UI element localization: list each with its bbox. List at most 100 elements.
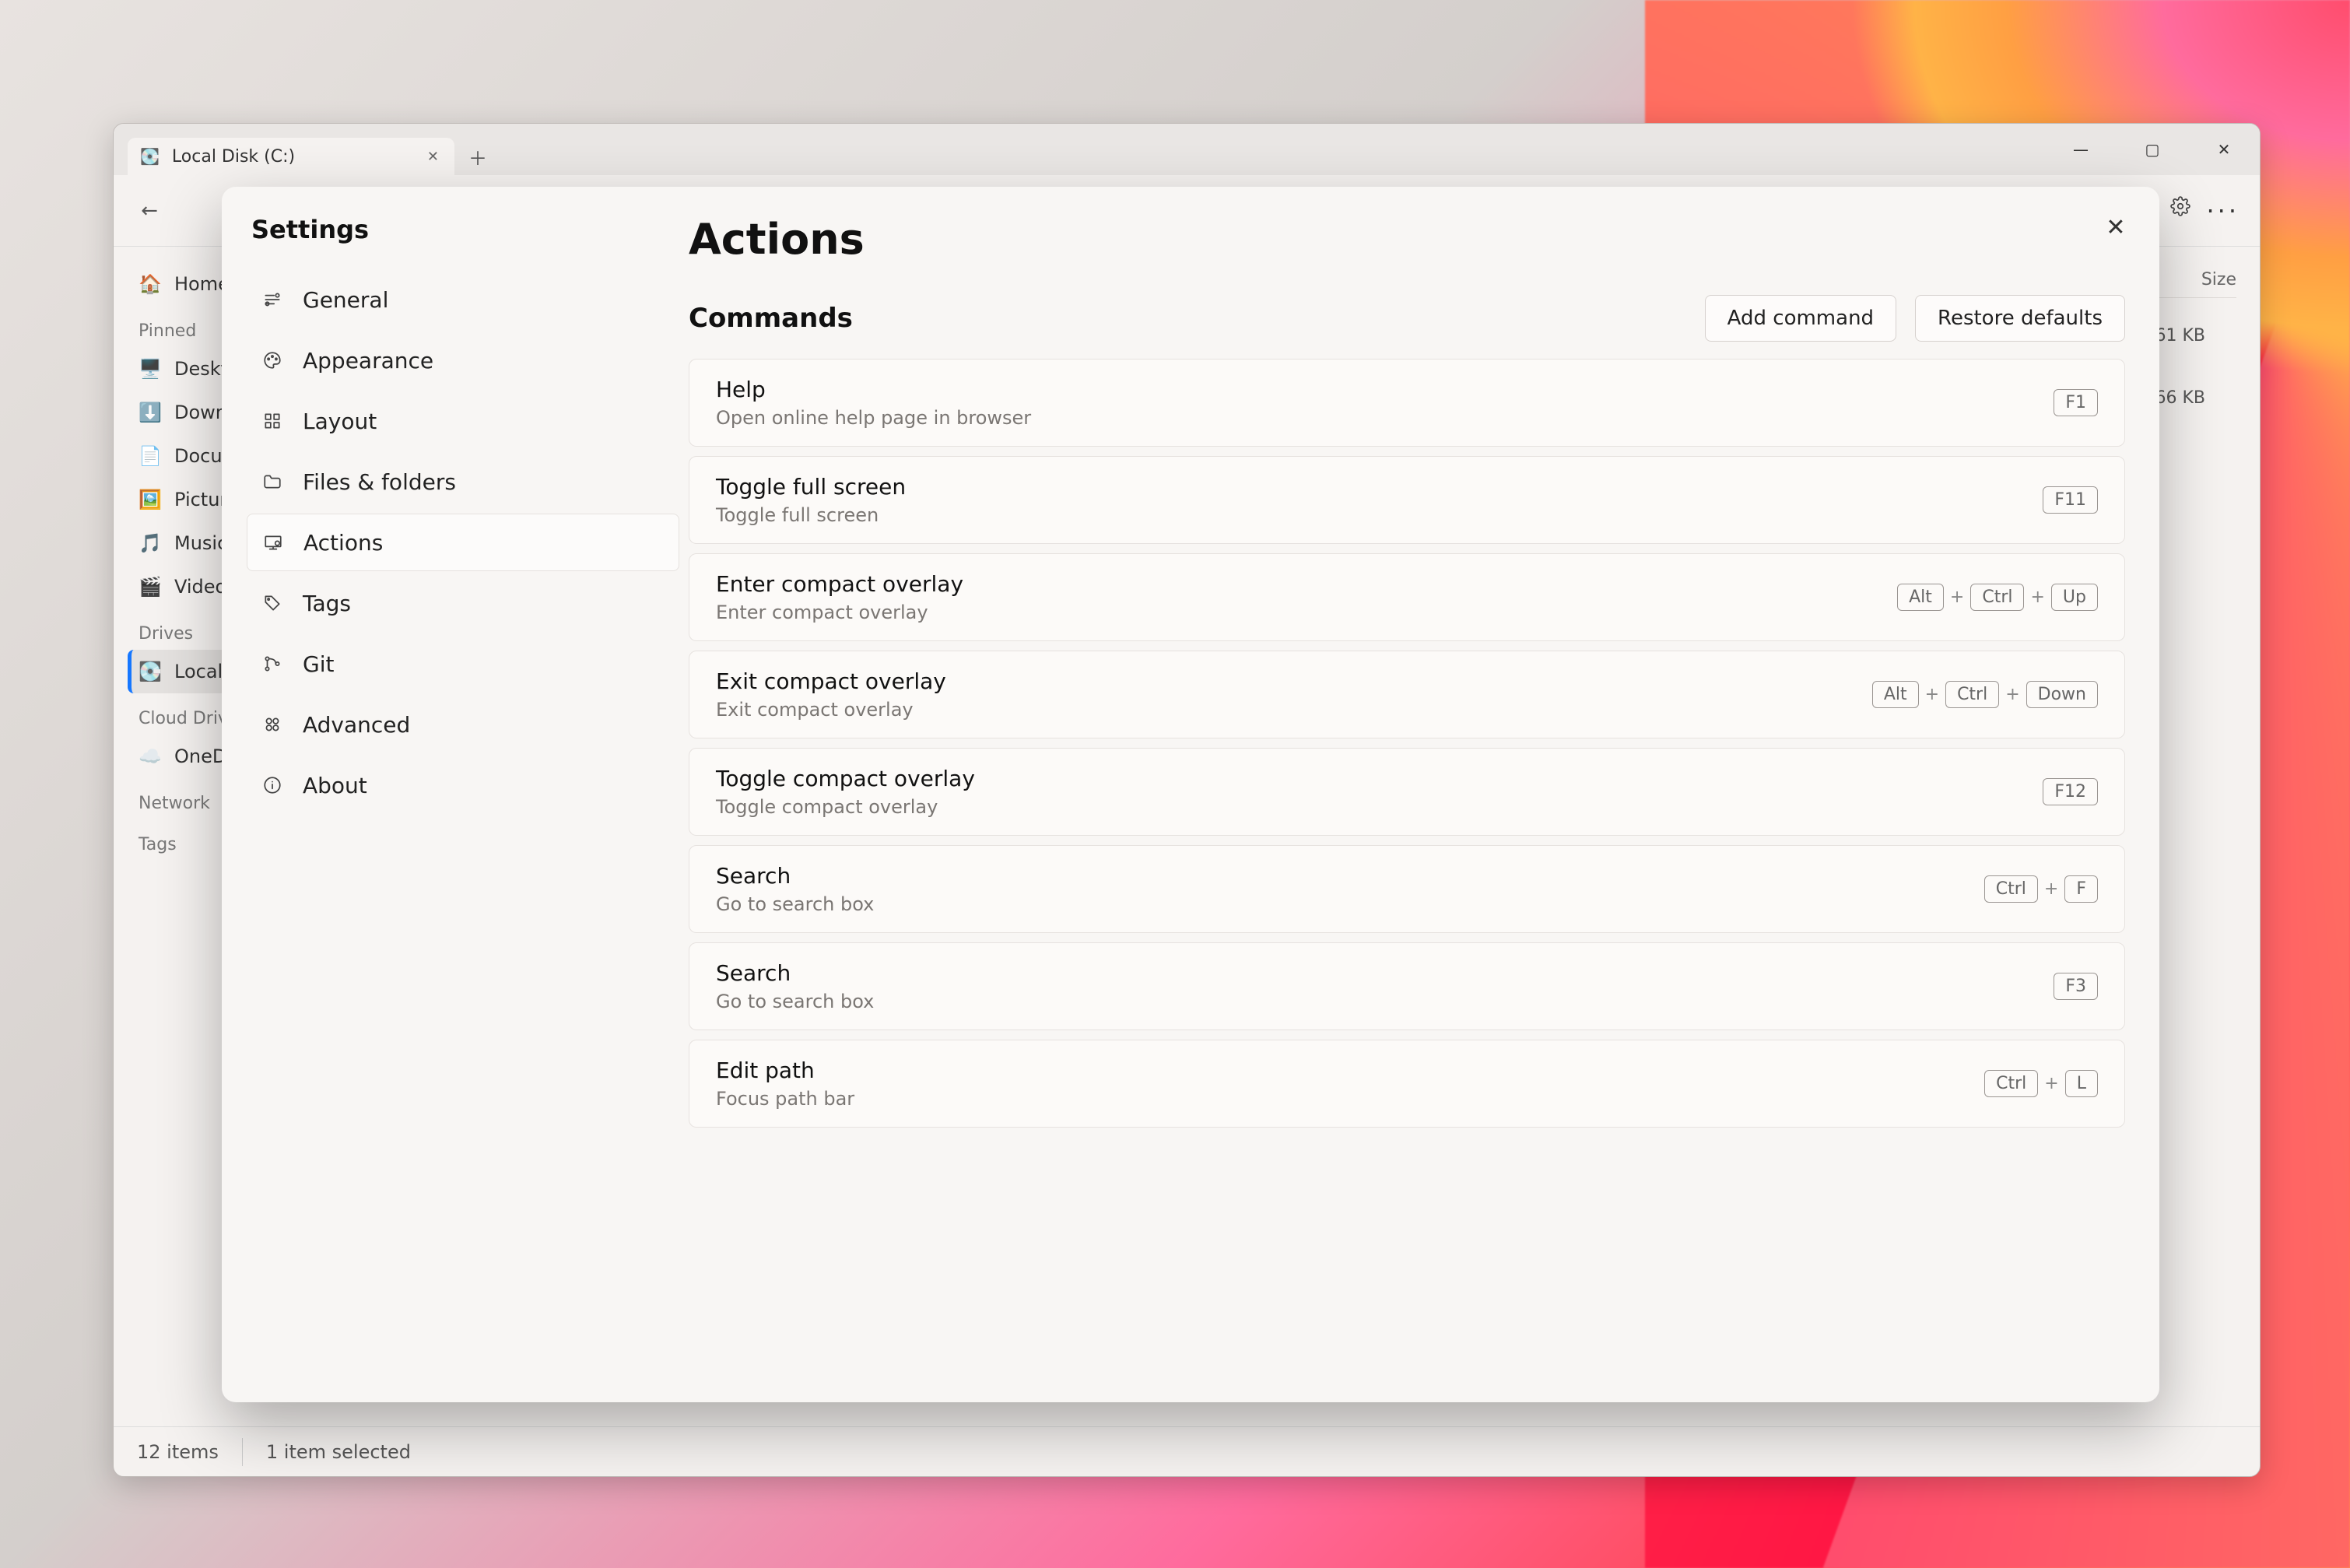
nav-item-label: Appearance <box>303 348 433 374</box>
new-tab-button[interactable]: ＋ <box>462 141 493 172</box>
keyboard-shortcut: F1 <box>2054 389 2098 416</box>
settings-title: Settings <box>247 215 679 244</box>
command-description: Go to search box <box>716 991 874 1012</box>
about-icon <box>261 773 284 797</box>
keyboard-shortcut: F11 <box>2043 486 2098 514</box>
divider <box>242 1438 243 1466</box>
command-description: Open online help page in browser <box>716 407 1031 429</box>
nav-item-label: Tags <box>303 591 351 616</box>
status-selection: 1 item selected <box>266 1441 411 1463</box>
advanced-icon <box>261 713 284 736</box>
keyboard-key: Alt <box>1897 584 1944 611</box>
maximize-button[interactable]: ▢ <box>2117 124 2188 175</box>
nav-item-layout[interactable]: Layout <box>247 392 679 450</box>
command-row[interactable]: Edit path Focus path bar Ctrl + L <box>689 1040 2125 1128</box>
plus-separator: + <box>1950 588 1964 607</box>
nav-item-git[interactable]: Git <box>247 635 679 693</box>
command-row[interactable]: SearchGo to search boxCtrl+F <box>689 845 2125 933</box>
close-dialog-button[interactable]: ✕ <box>2100 212 2131 243</box>
page-title: Actions <box>689 215 2125 264</box>
layout-icon <box>261 409 284 433</box>
close-tab-icon[interactable]: ✕ <box>427 149 439 165</box>
folder-icon: 🎵 <box>139 532 160 554</box>
command-title: Edit path <box>716 1058 854 1083</box>
restore-defaults-button[interactable]: Restore defaults <box>1915 295 2125 342</box>
actions-icon <box>261 531 285 554</box>
keyboard-key: Ctrl <box>1945 681 1999 708</box>
disk-icon: 💽 <box>139 661 160 682</box>
keyboard-shortcut: F3 <box>2054 973 2098 1000</box>
keyboard-shortcut: Ctrl + L <box>1984 1070 2098 1097</box>
folder-icon: 🖥️ <box>139 358 160 380</box>
command-row[interactable]: Help Open online help page in browser F1 <box>689 359 2125 447</box>
minimize-button[interactable]: — <box>2045 124 2117 175</box>
command-row[interactable]: Exit compact overlayExit compact overlay… <box>689 651 2125 738</box>
close-window-button[interactable]: ✕ <box>2188 124 2260 175</box>
command-row[interactable]: Toggle full screenToggle full screenF11 <box>689 456 2125 544</box>
cloud-icon: ☁️ <box>139 745 160 767</box>
command-title: Toggle compact overlay <box>716 766 975 791</box>
keyboard-key: Alt <box>1872 681 1919 708</box>
keyboard-key: Ctrl <box>1970 584 2024 611</box>
keyboard-key: Ctrl <box>1984 1070 2038 1097</box>
section-commands-title: Commands <box>689 303 853 334</box>
plus-separator: + <box>2005 685 2019 704</box>
home-icon: 🏠 <box>139 273 160 295</box>
keyboard-key: Down <box>2026 681 2098 708</box>
command-row[interactable]: Enter compact overlayEnter compact overl… <box>689 553 2125 641</box>
keyboard-key: F3 <box>2054 973 2098 1000</box>
tab-title: Local Disk (C:) <box>172 147 295 167</box>
more-options-icon[interactable]: ··· <box>2206 196 2240 226</box>
status-bar: 12 items 1 item selected <box>114 1426 2260 1476</box>
nav-item-tags[interactable]: Tags <box>247 574 679 632</box>
folder-icon: ⬇️ <box>139 402 160 423</box>
status-item-count: 12 items <box>137 1441 219 1463</box>
files-icon <box>261 470 284 493</box>
command-title: Help <box>716 377 1031 402</box>
nav-item-advanced[interactable]: Advanced <box>247 696 679 753</box>
command-title: Search <box>716 960 874 986</box>
sidebar-item-label: Music <box>174 532 227 554</box>
nav-item-appearance[interactable]: Appearance <box>247 331 679 389</box>
nav-item-general[interactable]: General <box>247 271 679 328</box>
keyboard-key: F11 <box>2043 486 2098 514</box>
command-row[interactable]: Toggle compact overlayToggle compact ove… <box>689 748 2125 836</box>
nav-item-label: Git <box>303 651 334 677</box>
command-title: Exit compact overlay <box>716 668 946 694</box>
back-button[interactable]: ← <box>134 195 165 226</box>
plus-separator: + <box>2044 1074 2058 1093</box>
keyboard-key: Up <box>2051 584 2098 611</box>
command-row[interactable]: Search Go to search box F3 <box>689 942 2125 1030</box>
nav-item-actions[interactable]: Actions <box>247 514 679 571</box>
command-description: Focus path bar <box>716 1088 854 1110</box>
git-icon <box>261 652 284 675</box>
nav-item-label: Layout <box>303 409 377 434</box>
keyboard-key: F <box>2064 875 2098 903</box>
plus-separator: + <box>1925 685 1939 704</box>
nav-item-label: General <box>303 287 388 313</box>
folder-icon: 🖼️ <box>139 489 160 510</box>
tab-local-disk[interactable]: 💽 Local Disk (C:) ✕ <box>128 138 454 175</box>
disk-icon: 💽 <box>140 147 160 166</box>
nav-item-about[interactable]: About <box>247 756 679 814</box>
folder-icon: 📄 <box>139 445 160 467</box>
settings-dialog: Settings General Appearance Layout Files & … <box>222 187 2159 1402</box>
command-description: Go to search box <box>716 893 874 915</box>
tags-icon <box>261 591 284 615</box>
command-title: Search <box>716 863 874 889</box>
add-command-button[interactable]: Add command <box>1705 295 1896 342</box>
command-title: Toggle full screen <box>716 474 906 500</box>
keyboard-key: L <box>2065 1070 2098 1097</box>
nav-item-label: Advanced <box>303 712 410 738</box>
settings-icon[interactable] <box>2170 196 2190 226</box>
appearance-icon <box>261 349 284 372</box>
column-size[interactable]: Size <box>2201 270 2236 289</box>
tab-bar: 💽 Local Disk (C:) ✕ ＋ — ▢ ✕ <box>114 124 2260 175</box>
settings-sidebar: Settings General Appearance Layout Files & … <box>222 187 689 1402</box>
nav-item-files[interactable]: Files & folders <box>247 453 679 510</box>
plus-separator: + <box>2044 879 2058 899</box>
folder-icon: 🎬 <box>139 576 160 598</box>
command-title: Enter compact overlay <box>716 571 963 597</box>
keyboard-shortcut: Alt+Ctrl+Up <box>1897 584 2098 611</box>
keyboard-key: F12 <box>2043 778 2098 805</box>
